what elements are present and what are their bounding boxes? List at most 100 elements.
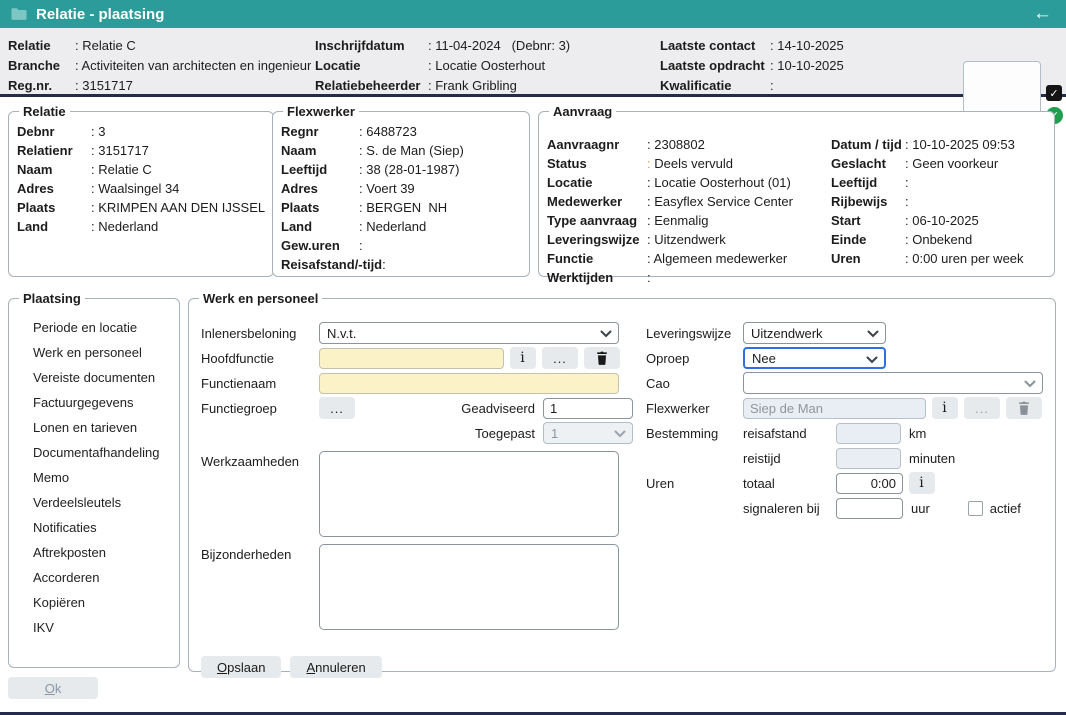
black-checkbox[interactable]: ✓ — [1046, 85, 1062, 101]
field-value: Waalsingel 34 — [91, 179, 265, 198]
field-value: 38 (28-01-1987) — [359, 160, 521, 179]
titlebar: Relatie - plaatsing ← — [0, 0, 1066, 28]
check-icon: ✓ — [1049, 87, 1058, 100]
chevron-down-icon — [867, 330, 879, 338]
field-label: Leeftijd — [281, 160, 359, 179]
field-value: KRIMPEN AAN DEN IJSSEL — [91, 198, 265, 217]
sidebar-item-accorderen[interactable]: Accorderen — [17, 565, 171, 590]
ellipsis-icon: ... — [330, 401, 344, 416]
sidebar-item-verdeelsleutels[interactable]: Verdeelsleutels — [17, 490, 171, 515]
header-label: Relatie — [8, 36, 75, 56]
header-value: Locatie Oosterhout — [428, 56, 657, 76]
actief-label: actief — [990, 501, 1021, 516]
header-label: Kwalificatie — [660, 76, 770, 96]
info-icon: i — [520, 350, 525, 366]
field-label: Functie — [547, 249, 647, 268]
field-value: Geen voorkeur — [905, 154, 1049, 173]
field-value: Nederland — [91, 217, 265, 236]
sidebar-item-documentafhandeling[interactable]: Documentafhandeling — [17, 440, 171, 465]
header-label: Relatiebeheerder — [315, 76, 428, 96]
hoofdfunctie-delete-button[interactable] — [584, 347, 620, 369]
hoofdfunctie-browse-button[interactable]: ... — [542, 347, 578, 369]
sidebar-item-notificaties[interactable]: Notificaties — [17, 515, 171, 540]
leveringswijze-select[interactable]: Uitzendwerk — [743, 322, 886, 344]
header-value: 10-10-2025 — [770, 56, 955, 76]
oproep-label: Oproep — [646, 351, 743, 366]
sidebar-item-lonen-en-tarieven[interactable]: Lonen en tarieven — [17, 415, 171, 440]
ok-button[interactable]: Ok — [8, 677, 98, 699]
functienaam-input[interactable] — [319, 373, 619, 394]
werk-panel-legend: Werk en personeel — [199, 291, 322, 306]
header-label: Laatste contact — [660, 36, 770, 56]
relatie-panel-legend: Relatie — [19, 104, 70, 119]
reisafstand-input — [836, 423, 901, 444]
sidebar-item-factuurgegevens[interactable]: Factuurgegevens — [17, 390, 171, 415]
field-value: 2308802 — [647, 135, 829, 154]
field-label: Plaats — [281, 198, 359, 217]
field-value: S. de Man (Siep) — [359, 141, 521, 160]
werk-en-personeel-panel: Werk en personeel Inlenersbeloning N.v.t… — [188, 291, 1056, 672]
aanvraag-panel-legend: Aanvraag — [549, 104, 616, 119]
sidebar-item-kopieren[interactable]: Kopiëren — [17, 590, 171, 615]
oproep-select[interactable]: Nee — [743, 347, 886, 369]
field-value: Algemeen medewerker — [647, 249, 829, 268]
field-value: Easyflex Service Center — [647, 192, 829, 211]
ellipsis-icon: ... — [975, 401, 989, 416]
annuleren-button[interactable]: Annuleren — [290, 656, 381, 678]
header-label: Laatste opdracht — [660, 56, 770, 76]
signaleren-bij-input[interactable] — [836, 498, 903, 519]
inlenersbeloning-select[interactable]: N.v.t. — [319, 322, 619, 344]
uren-totaal-input[interactable] — [836, 473, 903, 494]
flexwerker-input — [743, 398, 926, 419]
flexwerker-browse-button: ... — [964, 397, 1000, 419]
header-value: 11-04-2024 (Debnr: 3) — [428, 36, 657, 56]
geadviseerd-input[interactable] — [543, 398, 633, 419]
sidebar-item-werk-en-personeel[interactable]: Werk en personeel — [17, 340, 171, 365]
header-value — [770, 76, 955, 96]
toegepast-label: Toegepast — [475, 426, 535, 441]
field-label: Rijbewijs — [831, 192, 905, 211]
field-value: 3 — [91, 122, 265, 141]
field-label: Aanvraagnr — [547, 135, 647, 154]
totaal-label: totaal — [743, 476, 836, 491]
cao-select[interactable] — [743, 372, 1043, 394]
aanvraag-panel: Aanvraag Aanvraagnr2308802 StatusDeels v… — [538, 104, 1055, 277]
field-label: Land — [17, 217, 91, 236]
info-icon: i — [942, 400, 947, 416]
actief-checkbox[interactable] — [968, 501, 983, 516]
flexwerker-info-button[interactable]: i — [932, 397, 958, 419]
hoofdfunctie-label: Hoofdfunctie — [201, 351, 319, 366]
header-label: Locatie — [315, 56, 428, 76]
field-label: Adres — [281, 179, 359, 198]
header-value: Relatie C — [75, 36, 311, 56]
sidebar-item-memo[interactable]: Memo — [17, 465, 171, 490]
field-label: Naam — [17, 160, 91, 179]
flexwerker-delete-button[interactable] — [1006, 397, 1042, 419]
uren-info-button[interactable]: i — [909, 472, 935, 494]
field-value — [647, 268, 829, 287]
sidebar-item-vereiste-documenten[interactable]: Vereiste documenten — [17, 365, 171, 390]
field-value: Relatie C — [91, 160, 265, 179]
field-value — [382, 255, 521, 274]
hoofdfunctie-input[interactable] — [319, 348, 504, 369]
field-label: Adres — [17, 179, 91, 198]
sidebar-item-periode-en-locatie[interactable]: Periode en locatie — [17, 315, 171, 340]
reisafstand-label: reisafstand — [743, 426, 836, 441]
chevron-down-icon — [614, 430, 626, 438]
opslaan-button[interactable]: Opslaan — [201, 656, 281, 678]
field-value — [359, 236, 521, 255]
aanvraag-right-column: Datum / tijd10-10-2025 09:53 GeslachtGee… — [831, 135, 1049, 268]
field-label: Start — [831, 211, 905, 230]
back-arrow-icon[interactable]: ← — [1029, 0, 1056, 28]
hoofdfunctie-info-button[interactable]: i — [510, 347, 536, 369]
bijzonderheden-textarea[interactable] — [319, 544, 619, 630]
header-value: Activiteiten van architecten en ingenieu… — [75, 56, 311, 76]
sidebar-item-ikv[interactable]: IKV — [17, 615, 171, 640]
werkzaamheden-textarea[interactable] — [319, 451, 619, 537]
field-value: Uitzendwerk — [647, 230, 829, 249]
inlenersbeloning-label: Inlenersbeloning — [201, 326, 319, 341]
functiegroep-browse-button[interactable]: ... — [319, 397, 355, 419]
sidebar-item-aftrekposten[interactable]: Aftrekposten — [17, 540, 171, 565]
header-info-band: RelatieRelatie C BrancheActiviteiten van… — [0, 28, 1066, 97]
field-label: Uren — [831, 249, 905, 268]
